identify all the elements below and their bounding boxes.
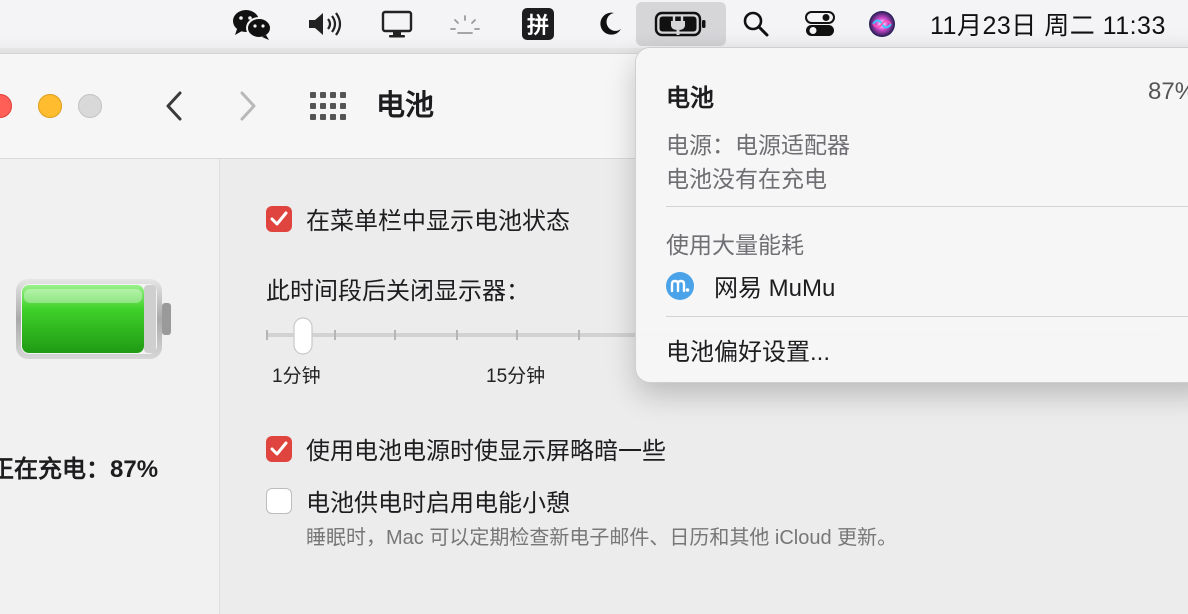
- mumu-app-icon: [666, 271, 694, 300]
- display-mirroring-icon[interactable]: [376, 0, 418, 48]
- volume-icon[interactable]: [303, 0, 349, 48]
- battery-sidebar: 正在充电：87%: [0, 159, 220, 614]
- spotlight-search-icon[interactable]: [738, 0, 774, 48]
- menu-separator: [666, 316, 1188, 317]
- close-window-button[interactable]: [0, 94, 12, 118]
- energy-app-item-mumu[interactable]: 网易 MuMu: [666, 268, 835, 303]
- input-method-glyph: 拼: [522, 8, 554, 40]
- checkmark-icon: [270, 211, 288, 225]
- window-title: 电池: [376, 90, 435, 122]
- battery-icon[interactable]: [636, 2, 726, 46]
- brightness-icon[interactable]: [444, 0, 486, 48]
- battery-percentage: 87%: [1148, 78, 1188, 105]
- power-nap-hint: 睡眠时，Mac 可以定期检查新电子邮件、日历和其他 iCloud 更新。: [306, 527, 898, 549]
- power-nap-label: 电池供电时启用电能小憩: [306, 490, 570, 517]
- forward-button[interactable]: [228, 86, 268, 126]
- back-button[interactable]: [154, 86, 194, 126]
- show-battery-in-menubar-option[interactable]: 在菜单栏中显示电池状态: [266, 201, 570, 236]
- charge-state-text: 电池没有在充电: [666, 166, 827, 192]
- dim-display-label: 使用电池电源时使显示屏略暗一些: [306, 438, 666, 465]
- dark-mode-icon[interactable]: [590, 0, 630, 48]
- battery-status-menu: 电池 87% 电源：电源适配器 电池没有在充电 使用大量能耗 网易 MuMu 电…: [636, 48, 1188, 382]
- menu-bar: 拼 11月23日 周二 11:33: [0, 0, 1188, 48]
- slider-tick-label: 15分钟: [486, 366, 546, 387]
- battery-menu-title: 电池: [666, 85, 714, 112]
- battery-preferences-menu-item[interactable]: 电池偏好设置...: [666, 332, 830, 367]
- show-battery-in-menubar-label: 在菜单栏中显示电池状态: [306, 208, 570, 235]
- power-source-text: 电源：电源适配器: [666, 132, 850, 158]
- show-battery-in-menubar-checkbox[interactable]: [266, 205, 292, 232]
- charging-status-label: 正在充电：87%: [0, 456, 159, 483]
- input-method-icon[interactable]: 拼: [520, 0, 556, 48]
- energy-app-name: 网易 MuMu: [714, 275, 836, 302]
- show-all-grid-button[interactable]: [308, 90, 348, 122]
- turn-display-off-label: 此时间段后关闭显示器：: [266, 278, 530, 305]
- power-nap-option[interactable]: 电池供电时启用电能小憩: [266, 483, 570, 518]
- chevron-left-icon: [166, 91, 182, 121]
- grid-icon: [310, 92, 346, 120]
- chevron-right-icon: [240, 91, 256, 121]
- power-nap-checkbox[interactable]: [266, 487, 292, 514]
- battery-level-icon: [16, 279, 171, 359]
- wechat-icon[interactable]: [226, 0, 278, 48]
- dim-display-checkbox[interactable]: [266, 435, 292, 462]
- slider-tick-label: 1分钟: [272, 366, 321, 387]
- menu-separator: [666, 206, 1188, 207]
- significant-energy-header: 使用大量能耗: [666, 232, 804, 258]
- siri-icon[interactable]: [864, 0, 900, 48]
- control-center-icon[interactable]: [800, 0, 840, 48]
- zoom-window-button[interactable]: [78, 94, 102, 118]
- menubar-clock[interactable]: 11月23日 周二 11:33: [930, 0, 1166, 48]
- checkmark-icon: [270, 441, 288, 455]
- dim-display-option[interactable]: 使用电池电源时使显示屏略暗一些: [266, 431, 666, 466]
- minimize-window-button[interactable]: [38, 94, 62, 118]
